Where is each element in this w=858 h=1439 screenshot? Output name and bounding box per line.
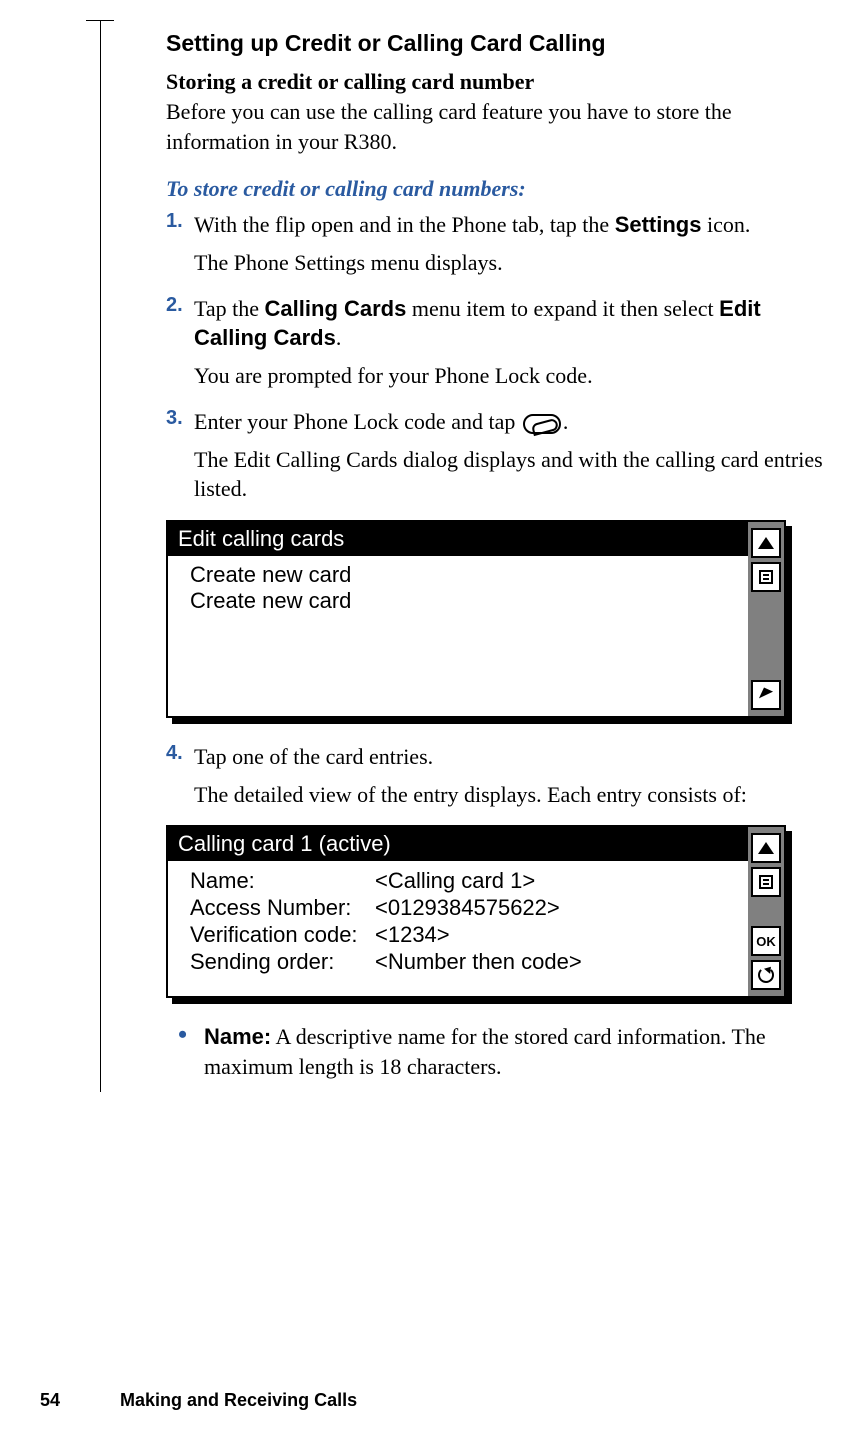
step-number: 3. xyxy=(166,407,183,430)
field-label: Sending order: xyxy=(190,949,375,975)
step-result: The Edit Calling Cards dialog displays a… xyxy=(194,445,838,504)
field-value: <0129384575622> xyxy=(375,895,560,921)
menu-icon xyxy=(759,875,773,889)
screen-body: Name: <Calling card 1> Access Number: <0… xyxy=(168,861,748,996)
screen-title: Calling card 1 (active) xyxy=(168,827,748,861)
cursor-icon xyxy=(759,687,773,702)
cursor-button[interactable] xyxy=(751,680,781,710)
ok-label: OK xyxy=(756,934,776,949)
menu-button[interactable] xyxy=(751,867,781,897)
bullet-label: Name: xyxy=(204,1024,271,1049)
bullet-name: Name: A descriptive name for the stored … xyxy=(204,1022,838,1081)
ui-label: Settings xyxy=(615,212,702,237)
field-value: <Calling card 1> xyxy=(375,868,535,894)
text: menu item to expand it then select xyxy=(406,296,719,321)
screenshot-calling-card-detail: Calling card 1 (active) Name: <Calling c… xyxy=(166,825,786,998)
list-item[interactable]: Create new card xyxy=(190,562,734,588)
phone-ok-icon xyxy=(523,414,561,434)
step-result: The detailed view of the entry displays.… xyxy=(194,780,838,810)
detail-row-verification[interactable]: Verification code: <1234> xyxy=(190,922,734,948)
content: Setting up Credit or Calling Card Callin… xyxy=(100,20,838,1092)
step-number: 1. xyxy=(166,210,183,233)
step-result: The Phone Settings menu displays. xyxy=(194,248,838,278)
screen-main: Calling card 1 (active) Name: <Calling c… xyxy=(168,827,748,996)
step-3: 3. Enter your Phone Lock code and tap . … xyxy=(166,407,838,504)
screen-sidebar: OK xyxy=(748,827,784,996)
step-text: Enter your Phone Lock code and tap . xyxy=(194,407,838,437)
field-value: <Number then code> xyxy=(375,949,582,975)
detail-row-order[interactable]: Sending order: <Number then code> xyxy=(190,949,734,975)
triangle-up-icon xyxy=(758,842,774,854)
ok-button[interactable]: OK xyxy=(751,926,781,956)
step-result: You are prompted for your Phone Lock cod… xyxy=(194,361,838,391)
sub-heading: Storing a credit or calling card number xyxy=(166,69,838,95)
ui-label: Calling Cards xyxy=(265,296,407,321)
list-item[interactable]: Create new card xyxy=(190,588,734,614)
chapter-title: Making and Receiving Calls xyxy=(120,1390,357,1411)
detail-row-name[interactable]: Name: <Calling card 1> xyxy=(190,868,734,894)
text: Tap the xyxy=(194,296,265,321)
step-text: With the flip open and in the Phone tab,… xyxy=(194,210,838,240)
step-text: Tap one of the card entries. xyxy=(194,742,838,772)
page-number: 54 xyxy=(40,1390,60,1411)
scroll-up-button[interactable] xyxy=(751,528,781,558)
text: . xyxy=(563,409,569,434)
field-value: <1234> xyxy=(375,922,450,948)
step-1: 1. With the flip open and in the Phone t… xyxy=(166,210,838,277)
back-icon xyxy=(758,967,774,983)
menu-icon xyxy=(759,570,773,584)
text: . xyxy=(336,325,342,350)
step-text: Tap the Calling Cards menu item to expan… xyxy=(194,294,838,353)
screen: Calling card 1 (active) Name: <Calling c… xyxy=(166,825,786,998)
section-heading: Setting up Credit or Calling Card Callin… xyxy=(166,30,838,57)
text: Enter your Phone Lock code and tap xyxy=(194,409,521,434)
screen: Edit calling cards Create new card Creat… xyxy=(166,520,786,718)
detail-row-access[interactable]: Access Number: <0129384575622> xyxy=(190,895,734,921)
field-label: Name: xyxy=(190,868,375,894)
field-label: Verification code: xyxy=(190,922,375,948)
menu-button[interactable] xyxy=(751,562,781,592)
triangle-up-icon xyxy=(758,537,774,549)
scroll-up-button[interactable] xyxy=(751,833,781,863)
page-footer: 54 Making and Receiving Calls xyxy=(40,1390,357,1411)
step-2: 2. Tap the Calling Cards menu item to ex… xyxy=(166,294,838,391)
page: Setting up Credit or Calling Card Callin… xyxy=(0,0,858,1439)
bullet-text: A descriptive name for the stored card i… xyxy=(204,1024,766,1079)
screen-title: Edit calling cards xyxy=(168,522,748,556)
intro-text: Before you can use the calling card feat… xyxy=(166,97,838,156)
screen-sidebar xyxy=(748,522,784,716)
step-number: 2. xyxy=(166,294,183,317)
procedure-title: To store credit or calling card numbers: xyxy=(166,176,838,202)
text: icon. xyxy=(701,212,750,237)
field-label: Access Number: xyxy=(190,895,375,921)
screenshot-edit-calling-cards: Edit calling cards Create new card Creat… xyxy=(166,520,786,718)
step-4: 4. Tap one of the card entries. The deta… xyxy=(166,742,838,809)
text: With the flip open and in the Phone tab,… xyxy=(194,212,615,237)
back-button[interactable] xyxy=(751,960,781,990)
step-number: 4. xyxy=(166,742,183,765)
screen-body: Create new card Create new card xyxy=(168,556,748,716)
screen-main: Edit calling cards Create new card Creat… xyxy=(168,522,748,716)
